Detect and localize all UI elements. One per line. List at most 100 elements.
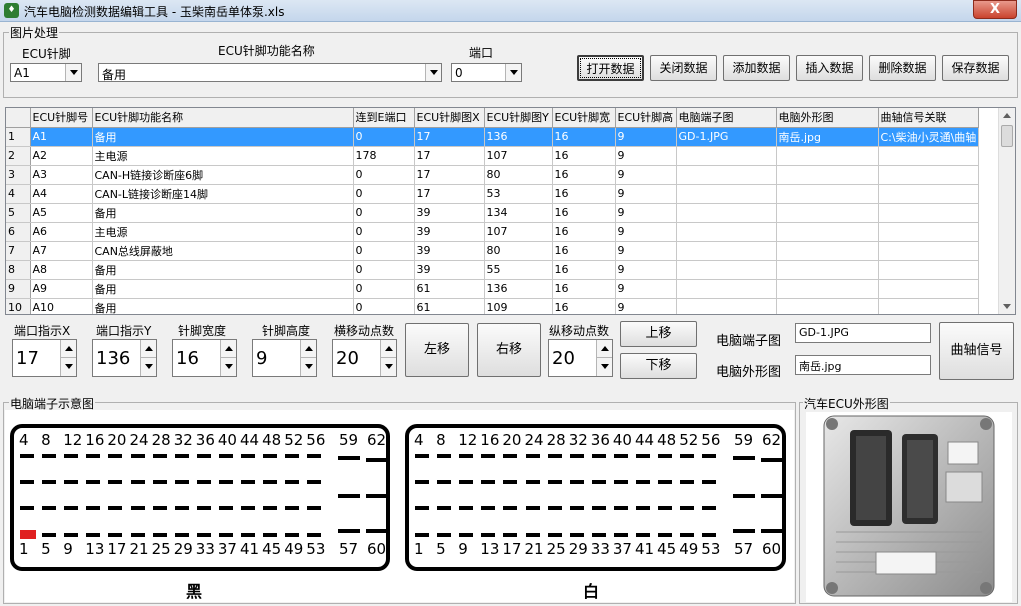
pin-bar[interactable] <box>218 533 233 537</box>
chevron-down-icon[interactable] <box>65 64 81 81</box>
row-number[interactable]: 7 <box>6 241 31 261</box>
table-cell[interactable]: 9 <box>615 165 677 185</box>
pin-bar[interactable] <box>174 533 189 537</box>
table-cell[interactable]: 0 <box>353 127 415 147</box>
scroll-up-icon[interactable] <box>999 108 1015 124</box>
spin-down-icon[interactable] <box>220 358 236 376</box>
table-cell[interactable]: 39 <box>414 222 485 242</box>
pin-bar[interactable] <box>64 506 79 510</box>
pin-bar[interactable] <box>591 506 606 510</box>
table-cell[interactable]: A9 <box>30 279 93 299</box>
column-header[interactable]: ECU针脚宽 <box>552 108 616 128</box>
table-cell[interactable] <box>676 203 777 223</box>
pin-bar[interactable] <box>20 454 34 458</box>
pin-bar[interactable] <box>196 506 211 510</box>
pin-bar[interactable] <box>613 454 628 458</box>
table-cell[interactable] <box>676 222 777 242</box>
pin-bar[interactable] <box>196 454 211 458</box>
pin-bar[interactable] <box>307 533 322 537</box>
table-cell[interactable]: A4 <box>30 184 93 204</box>
pin-bar[interactable] <box>366 529 388 533</box>
shape-image-field[interactable]: 南岳.jpg <box>795 355 931 375</box>
pin-bar[interactable] <box>130 506 145 510</box>
pin-width-value[interactable]: 16 <box>176 348 199 369</box>
table-cell[interactable] <box>878 165 980 185</box>
spin-up-icon[interactable] <box>220 340 236 358</box>
data-grid[interactable]: ECU针脚号 ECU针脚功能名称 连到E端口 ECU针脚图X ECU针脚图Y ECU针脚宽… <box>5 107 1016 315</box>
pin-bar[interactable] <box>218 480 233 484</box>
pin-bar[interactable] <box>338 529 360 533</box>
table-cell[interactable]: 16 <box>552 241 616 261</box>
table-row[interactable]: 8 A8 备用 0 39 55 16 9 <box>6 260 980 280</box>
pin-bar[interactable] <box>241 506 255 510</box>
table-cell[interactable]: 16 <box>552 222 616 242</box>
pin-bar[interactable] <box>366 494 388 498</box>
scroll-thumb[interactable] <box>1001 125 1013 147</box>
pin-bar[interactable] <box>415 506 429 510</box>
pin-bar[interactable] <box>569 480 584 484</box>
pin-bar[interactable] <box>241 454 255 458</box>
port-x-spinner[interactable]: 17 <box>12 339 77 377</box>
pin-bar[interactable] <box>437 480 452 484</box>
table-cell[interactable]: 17 <box>414 184 485 204</box>
table-row[interactable]: 10 A10 备用 0 61 109 16 9 <box>6 298 980 314</box>
scroll-down-icon[interactable] <box>999 298 1015 314</box>
column-header[interactable]: ECU针脚高 <box>615 108 677 128</box>
table-row[interactable]: 6 A6 主电源 0 39 107 16 9 <box>6 222 980 242</box>
pin-bar[interactable] <box>733 494 755 498</box>
table-cell[interactable]: 16 <box>552 146 616 166</box>
table-cell[interactable]: 主电源 <box>92 146 354 166</box>
table-cell[interactable]: 9 <box>615 146 677 166</box>
table-cell[interactable] <box>776 279 879 299</box>
pin-width-spinner[interactable]: 16 <box>172 339 237 377</box>
table-cell[interactable] <box>776 260 879 280</box>
pin-bar[interactable] <box>130 533 145 537</box>
pin-bar[interactable] <box>307 454 322 458</box>
terminal-image-field[interactable]: GD-1.JPG <box>795 323 931 343</box>
pin-bar[interactable] <box>152 506 167 510</box>
pin-bar[interactable] <box>108 506 123 510</box>
row-number[interactable]: 4 <box>6 184 31 204</box>
pin-bar[interactable] <box>636 480 650 484</box>
pin-bar[interactable] <box>196 480 211 484</box>
column-header[interactable]: 曲轴信号关联 <box>878 108 980 128</box>
table-cell[interactable] <box>676 184 777 204</box>
column-header[interactable]: ECU针脚图X <box>414 108 485 128</box>
pin-bar[interactable] <box>108 454 123 458</box>
table-cell[interactable] <box>776 146 879 166</box>
pin-bar[interactable] <box>613 506 628 510</box>
table-cell[interactable]: CAN-L链接诊断座14脚 <box>92 184 354 204</box>
table-cell[interactable]: A6 <box>30 222 93 242</box>
table-cell[interactable]: 9 <box>615 127 677 147</box>
pin-bar[interactable] <box>680 506 695 510</box>
table-cell[interactable]: 55 <box>484 260 553 280</box>
pin-bar[interactable] <box>338 494 360 498</box>
pin-bar[interactable] <box>481 533 496 537</box>
table-cell[interactable]: 备用 <box>92 298 354 314</box>
table-cell[interactable]: 16 <box>552 184 616 204</box>
table-cell[interactable] <box>878 146 980 166</box>
column-header[interactable]: ECU针脚图Y <box>484 108 553 128</box>
ecu-func-combo[interactable]: 备用 <box>98 63 442 82</box>
column-header[interactable]: ECU针脚号 <box>30 108 93 128</box>
spin-up-icon[interactable] <box>140 340 156 358</box>
pin-bar[interactable] <box>241 533 255 537</box>
crank-signal-button[interactable]: 曲轴信号 <box>939 322 1014 380</box>
move-right-button[interactable]: 右移 <box>477 323 541 377</box>
pin-bar[interactable] <box>130 454 145 458</box>
table-cell[interactable]: 9 <box>615 298 677 314</box>
table-cell[interactable]: A2 <box>30 146 93 166</box>
row-number[interactable]: 10 <box>6 298 31 314</box>
pin-bar[interactable] <box>591 533 606 537</box>
pin-bar[interactable] <box>108 480 123 484</box>
table-cell[interactable] <box>776 222 879 242</box>
ecu-pin-combo[interactable]: A1 <box>10 63 82 82</box>
pin-bar[interactable] <box>285 533 300 537</box>
table-cell[interactable]: 136 <box>484 127 553 147</box>
table-cell[interactable] <box>776 184 879 204</box>
pin-bar[interactable] <box>459 506 474 510</box>
table-cell[interactable] <box>776 165 879 185</box>
pin-bar[interactable] <box>481 506 496 510</box>
row-number[interactable]: 8 <box>6 260 31 280</box>
table-cell[interactable]: CAN总线屏蔽地 <box>92 241 354 261</box>
